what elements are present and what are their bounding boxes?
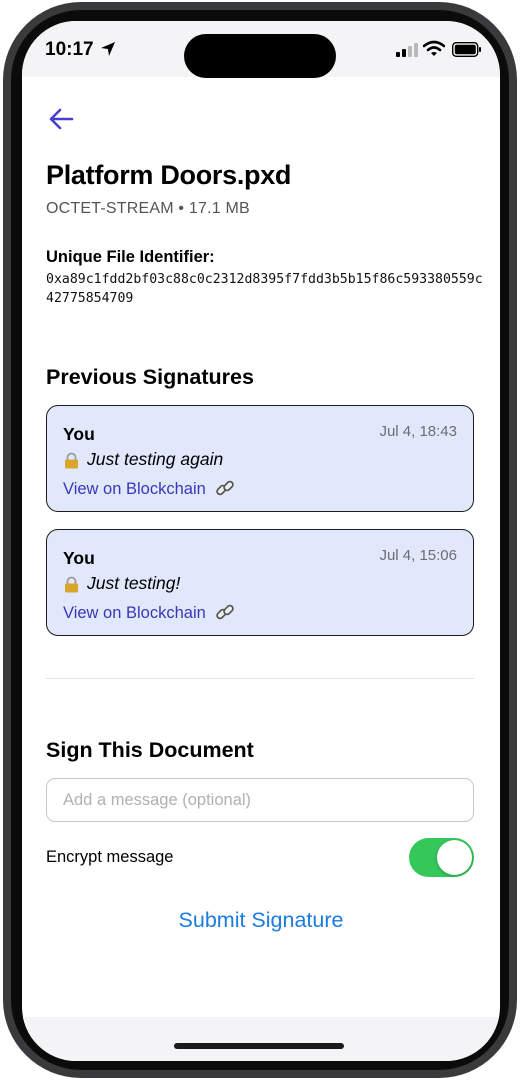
battery-icon (452, 42, 481, 57)
lock-icon (65, 452, 78, 469)
home-indicator[interactable] (174, 1043, 344, 1049)
signature-message: Just testing again (87, 449, 224, 469)
toggle-knob (437, 840, 472, 875)
signature-date: Jul 4, 15:06 (379, 547, 457, 564)
signature-card: You Jul 4, 18:43 Just testing again View… (46, 405, 474, 512)
file-meta: OCTET-STREAM • 17.1 MB (46, 200, 250, 218)
message-input[interactable] (46, 778, 474, 822)
encrypt-message-label: Encrypt message (46, 848, 174, 866)
meta-separator: • (178, 200, 185, 217)
signature-author: You (63, 548, 95, 568)
file-type: OCTET-STREAM (46, 200, 174, 217)
sign-document-title: Sign This Document (46, 738, 254, 762)
file-title: Platform Doors.pxd (46, 160, 292, 190)
dynamic-island (184, 34, 336, 78)
app-screen: 10:17 Platform Doors.pxd OCTET-STREAM • … (22, 21, 500, 1061)
location-arrow-icon (101, 42, 115, 56)
arrow-left-icon[interactable] (48, 106, 74, 132)
chain-link-icon (216, 480, 235, 496)
lock-icon (65, 576, 78, 593)
signature-date: Jul 4, 18:43 (379, 423, 457, 440)
identifier-label: Unique File Identifier: (46, 248, 215, 266)
chain-link-icon (216, 604, 235, 620)
view-on-blockchain-label: View on Blockchain (63, 480, 206, 498)
previous-signatures-title: Previous Signatures (46, 365, 254, 389)
encrypt-message-toggle[interactable] (409, 838, 474, 877)
status-bar: 10:17 (22, 21, 500, 78)
file-size: 17.1 MB (188, 200, 250, 217)
bottom-safe-area (22, 1017, 500, 1061)
signature-author: You (63, 424, 95, 444)
identifier-value: 0xa89c1fdd2bf03c88c0c2312d8395f7fdd3b5b1… (46, 272, 483, 306)
submit-signature-button[interactable]: Submit Signature (22, 908, 500, 933)
status-time: 10:17 (45, 39, 94, 60)
section-divider (46, 678, 474, 679)
view-on-blockchain-link[interactable]: View on Blockchain (63, 602, 235, 623)
view-on-blockchain-link[interactable]: View on Blockchain (63, 478, 235, 499)
signature-card: You Jul 4, 15:06 Just testing! View on B… (46, 529, 474, 636)
cellular-signal-icon (396, 43, 418, 57)
view-on-blockchain-label: View on Blockchain (63, 604, 206, 622)
signature-message: Just testing! (87, 573, 181, 593)
wifi-icon (423, 40, 445, 56)
